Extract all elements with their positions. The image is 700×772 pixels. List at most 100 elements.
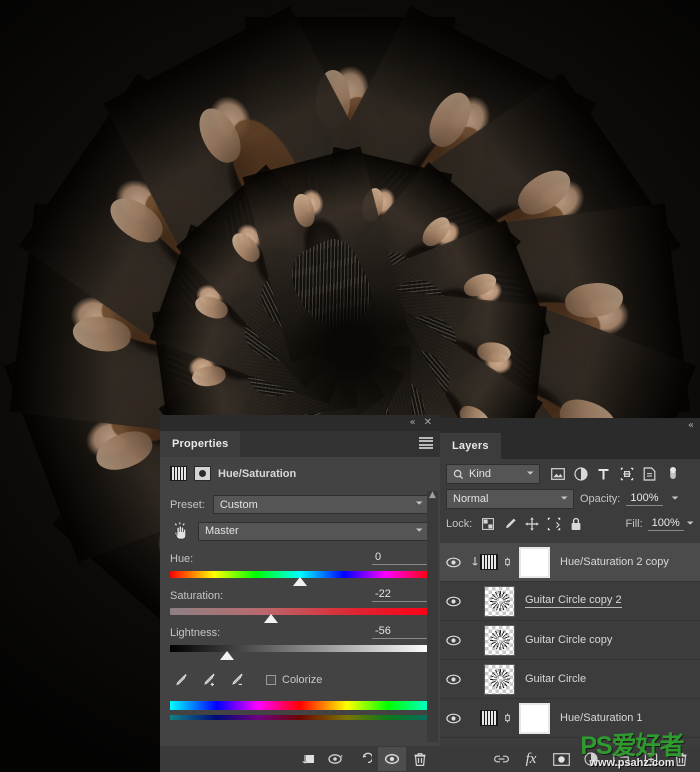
lock-position-icon[interactable] — [521, 515, 543, 533]
collapse-panel-icon[interactable]: « — [688, 420, 694, 431]
adjustment-title: Hue/Saturation — [218, 467, 297, 480]
kind-filter-select[interactable]: Kind ⏷ — [446, 464, 540, 484]
link-layers-button[interactable] — [486, 747, 516, 771]
input-hue-bar — [170, 701, 430, 710]
properties-scrollbar[interactable]: ▲ — [427, 491, 438, 742]
fill-value[interactable]: 100% — [647, 517, 684, 531]
type-layers-filter-icon[interactable] — [592, 464, 615, 484]
eyedropper-subtract-icon[interactable] — [230, 672, 245, 687]
chevron-down-icon[interactable]: ⏷ — [687, 519, 694, 529]
channel-select[interactable]: Master ⏷ — [198, 521, 430, 541]
layer-mask-icon[interactable] — [194, 466, 211, 481]
layer-name[interactable]: Guitar Circle copy — [525, 634, 612, 646]
layer-mask-thumbnail[interactable] — [519, 702, 550, 734]
blend-opacity-row: Normal ⏷ Opacity: 100% ⏷ — [440, 484, 700, 509]
scroll-up-icon[interactable]: ▲ — [427, 491, 438, 500]
lock-artboard-nesting-icon[interactable] — [543, 515, 565, 533]
eyedropper-icon[interactable] — [174, 672, 189, 687]
slider-track[interactable] — [170, 571, 430, 586]
colorize-checkbox[interactable]: Colorize — [266, 674, 322, 686]
tab-layers[interactable]: Layers — [440, 433, 501, 459]
fill-label: Fill: — [625, 518, 643, 530]
layer-mask-thumbnail[interactable] — [519, 546, 550, 578]
targeted-adjustment-icon[interactable] — [170, 521, 190, 541]
collapse-panel-icon[interactable]: « — [409, 418, 415, 428]
layer-row[interactable]: Guitar Circle copy 2 — [440, 582, 700, 621]
preset-select[interactable]: Custom ⏷ — [212, 495, 430, 514]
search-icon — [453, 469, 464, 479]
add-layer-style-button[interactable]: fx — [516, 747, 546, 771]
layer-name[interactable]: Guitar Circle copy 2 — [525, 594, 622, 608]
lock-label: Lock: — [446, 518, 473, 530]
layer-row[interactable]: Guitar Circle copy — [440, 621, 700, 660]
layer-thumbnail[interactable] — [484, 585, 515, 617]
tab-properties[interactable]: Properties — [160, 431, 241, 457]
layer-visibility-toggle[interactable] — [440, 596, 466, 607]
layers-tabbar: Layers — [440, 433, 700, 459]
shape-layers-filter-icon[interactable] — [615, 464, 638, 484]
layers-body: Kind ⏷ Normal ⏷ Opacity: 100% ⏷ Lock: Fi… — [440, 459, 700, 772]
chevron-down-icon: ⏷ — [415, 525, 423, 536]
smart-object-filter-icon[interactable] — [638, 464, 661, 484]
thumbnail-pattern — [489, 591, 510, 611]
adjustment-thumbnail[interactable] — [480, 554, 498, 570]
layer-visibility-toggle[interactable] — [440, 674, 466, 685]
layer-name[interactable]: Hue/Saturation 1 — [560, 712, 643, 724]
toggle-visibility-button[interactable] — [378, 747, 406, 771]
new-layer-button[interactable] — [636, 747, 666, 771]
chevron-down-icon[interactable]: ⏷ — [672, 494, 679, 504]
adjustment-thumbnail[interactable] — [480, 710, 498, 726]
layer-row[interactable]: Hue/Saturation 2 copy — [440, 543, 700, 582]
blend-mode-value: Normal — [453, 493, 489, 505]
pixel-layers-filter-icon[interactable] — [546, 464, 569, 484]
opacity-value[interactable]: 100% — [626, 492, 663, 506]
slider-value[interactable]: -56 — [372, 625, 430, 639]
layer-list: Hue/Saturation 2 copy Guitar Circle copy … — [440, 543, 700, 746]
new-adjustment-layer-button[interactable] — [576, 747, 606, 771]
lock-transparent-pixels-icon[interactable] — [477, 515, 499, 533]
delete-adjustment-button[interactable] — [406, 747, 434, 771]
properties-panel: Properties Hue/Saturation Preset: Custom… — [160, 431, 440, 772]
slider-track[interactable] — [170, 608, 430, 623]
layers-panel-titlebar: « — [440, 418, 700, 433]
delete-layer-button[interactable] — [666, 747, 696, 771]
new-group-button[interactable] — [606, 747, 636, 771]
close-panel-icon[interactable]: ✕ — [424, 418, 432, 428]
layer-visibility-toggle[interactable] — [440, 635, 466, 646]
link-mask-icon[interactable] — [503, 556, 515, 568]
kind-filter-icons — [546, 464, 684, 484]
layer-name[interactable]: Hue/Saturation 2 copy — [560, 556, 669, 568]
lock-image-pixels-icon[interactable] — [499, 515, 521, 533]
slider-header: Saturation: -22 — [170, 587, 430, 602]
panel-menu-icon[interactable] — [419, 437, 433, 449]
thumbnail-pattern — [489, 669, 510, 689]
slider-thumb[interactable] — [220, 651, 235, 660]
layer-thumbnail[interactable] — [484, 624, 515, 656]
layers-panel: Layers Kind ⏷ Normal ⏷ Opacity: 100% ⏷ L… — [440, 433, 700, 772]
blend-mode-select[interactable]: Normal ⏷ — [446, 489, 574, 509]
filter-toggle-icon[interactable] — [661, 464, 684, 484]
output-hue-bar[interactable] — [170, 715, 430, 720]
add-layer-mask-button[interactable] — [546, 747, 576, 771]
opacity-label: Opacity: — [580, 493, 621, 505]
layer-name[interactable]: Guitar Circle — [525, 673, 586, 685]
slider-thumb[interactable] — [293, 577, 307, 586]
clip-to-layer-button[interactable] — [294, 747, 322, 771]
kind-label: Kind — [469, 468, 492, 480]
slider-header: Hue: 0 — [170, 550, 430, 565]
slider-track[interactable] — [170, 645, 430, 660]
slider-value[interactable]: 0 — [372, 551, 430, 565]
slider-thumb[interactable] — [264, 614, 279, 623]
layer-visibility-toggle[interactable] — [440, 557, 466, 568]
layer-row[interactable]: Guitar Circle — [440, 660, 700, 699]
lock-all-icon[interactable] — [565, 515, 587, 533]
reset-button[interactable] — [350, 747, 378, 771]
layer-visibility-toggle[interactable] — [440, 713, 466, 724]
layer-row[interactable]: Hue/Saturation 1 — [440, 699, 700, 738]
slider-value[interactable]: -22 — [372, 588, 430, 602]
view-previous-state-button[interactable] — [322, 747, 350, 771]
layer-thumbnail[interactable] — [484, 663, 515, 695]
eyedropper-add-icon[interactable] — [202, 672, 217, 687]
link-mask-icon[interactable] — [503, 712, 515, 724]
adjustment-layers-filter-icon[interactable] — [569, 464, 592, 484]
